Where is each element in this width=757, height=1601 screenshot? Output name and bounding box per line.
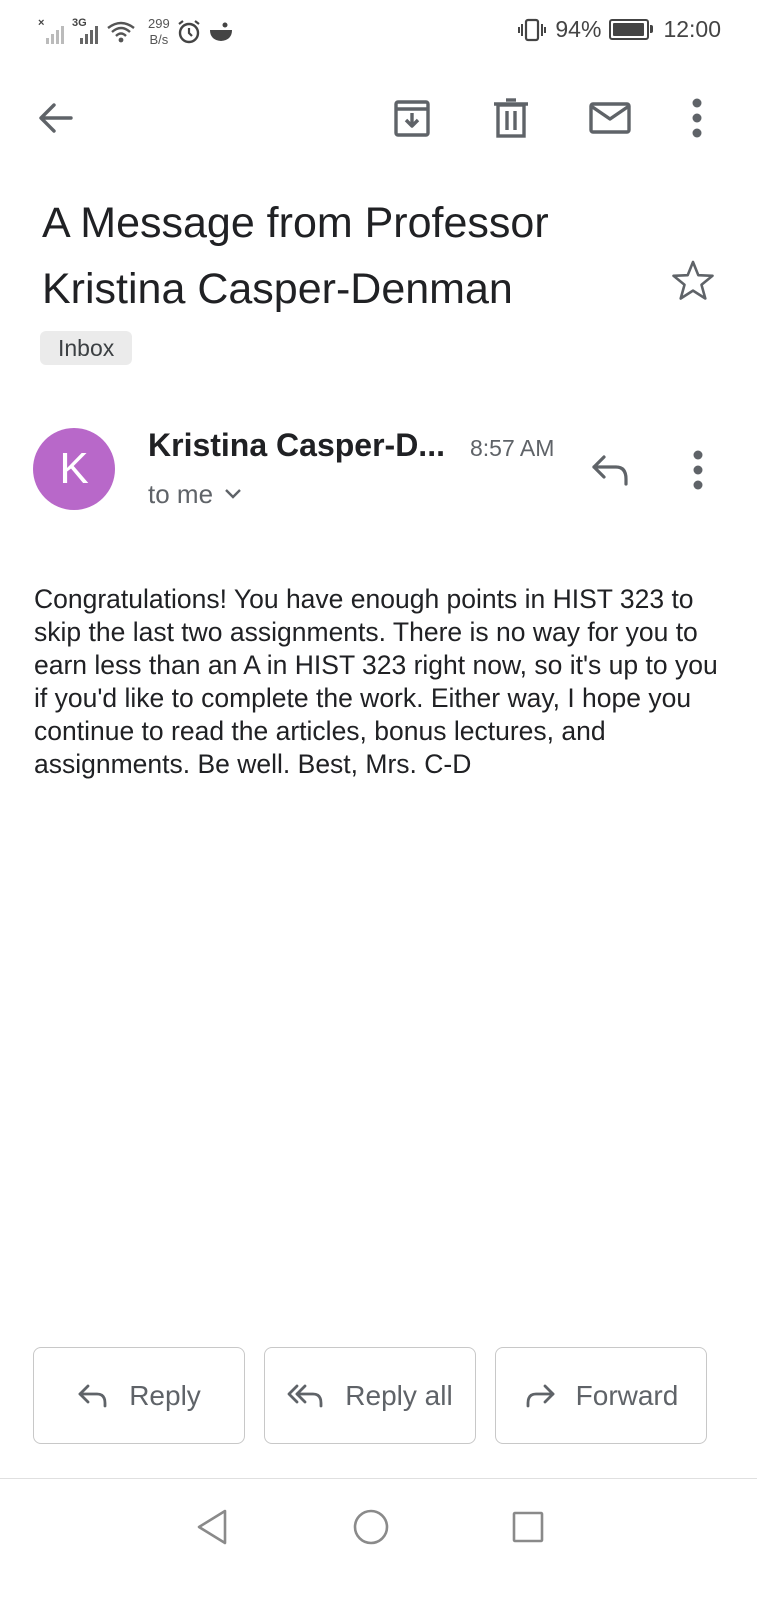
- reply-all-icon: [287, 1384, 323, 1407]
- email-toolbar: [0, 78, 757, 158]
- forward-icon: [526, 1384, 555, 1407]
- star-button[interactable]: [670, 258, 720, 308]
- more-vert-icon: [693, 450, 703, 490]
- archive-button[interactable]: [380, 78, 444, 158]
- label-chip-inbox[interactable]: Inbox: [40, 331, 133, 365]
- reply-icon: [592, 455, 628, 486]
- sender-name[interactable]: Kristina Casper-D...: [148, 423, 445, 467]
- archive-icon: [394, 100, 430, 137]
- network-speed: 299 B/s: [148, 16, 170, 48]
- forward-label: Forward: [575, 1379, 679, 1411]
- cell-signal-icon: 3G: [72, 18, 100, 46]
- network-speed-unit: B/s: [149, 32, 169, 47]
- more-vert-icon: [692, 98, 702, 138]
- trash-icon: [494, 98, 528, 138]
- email-subject: A Message from Professor Kristina Casper…: [42, 199, 549, 313]
- star-icon: [672, 260, 714, 300]
- nav-back-button[interactable]: [182, 1503, 242, 1551]
- network-speed-value: 299: [148, 16, 170, 31]
- no-sim-signal-icon: ×: [38, 18, 66, 46]
- arrow-left-icon: [39, 103, 73, 133]
- wifi-icon: [107, 21, 135, 43]
- recipient-label: to me: [148, 479, 214, 509]
- reply-icon: [78, 1384, 107, 1407]
- message-more-button[interactable]: [676, 448, 720, 492]
- circle-home-icon: [353, 1509, 389, 1545]
- nav-recents-button[interactable]: [498, 1503, 558, 1551]
- reply-button[interactable]: Reply: [33, 1347, 245, 1444]
- battery-percent: 94%: [555, 16, 602, 42]
- status-bar: × 3G 299 B/s 94% 12:00: [0, 0, 757, 66]
- chevron-down-icon: [225, 489, 241, 499]
- email-body: Congratulations! You have enough points …: [34, 584, 718, 779]
- square-recents-icon: [512, 1511, 544, 1543]
- battery-level: [613, 23, 644, 36]
- triangle-back-icon: [197, 1509, 227, 1545]
- message-time: 8:57 AM: [470, 435, 555, 461]
- sender-avatar[interactable]: K: [33, 428, 115, 510]
- reply-all-label: Reply all: [345, 1379, 453, 1411]
- more-options-button[interactable]: [665, 78, 729, 158]
- forward-button[interactable]: Forward: [495, 1347, 707, 1444]
- reply-label: Reply: [129, 1379, 201, 1411]
- message-reply-button[interactable]: [584, 448, 638, 492]
- notification-app-icon: [209, 22, 232, 41]
- clock: 12:00: [663, 16, 721, 42]
- vibrate-icon: [518, 18, 547, 41]
- recipient-details-toggle[interactable]: to me: [148, 476, 243, 512]
- nav-home-button[interactable]: [341, 1503, 401, 1551]
- mail-icon: [589, 102, 631, 134]
- delete-button[interactable]: [479, 78, 543, 158]
- system-navigation-bar: [0, 1478, 757, 1601]
- back-button[interactable]: [24, 78, 88, 158]
- mark-unread-button[interactable]: [578, 78, 642, 158]
- alarm-icon: [178, 20, 200, 44]
- status-icons-right: 94% 12:00: [517, 16, 721, 43]
- battery-icon: [609, 19, 654, 40]
- status-icons-left: × 3G 299 B/s: [38, 14, 234, 50]
- email-actions: Reply Reply all Forward: [33, 1347, 709, 1446]
- reply-all-button[interactable]: Reply all: [264, 1347, 476, 1444]
